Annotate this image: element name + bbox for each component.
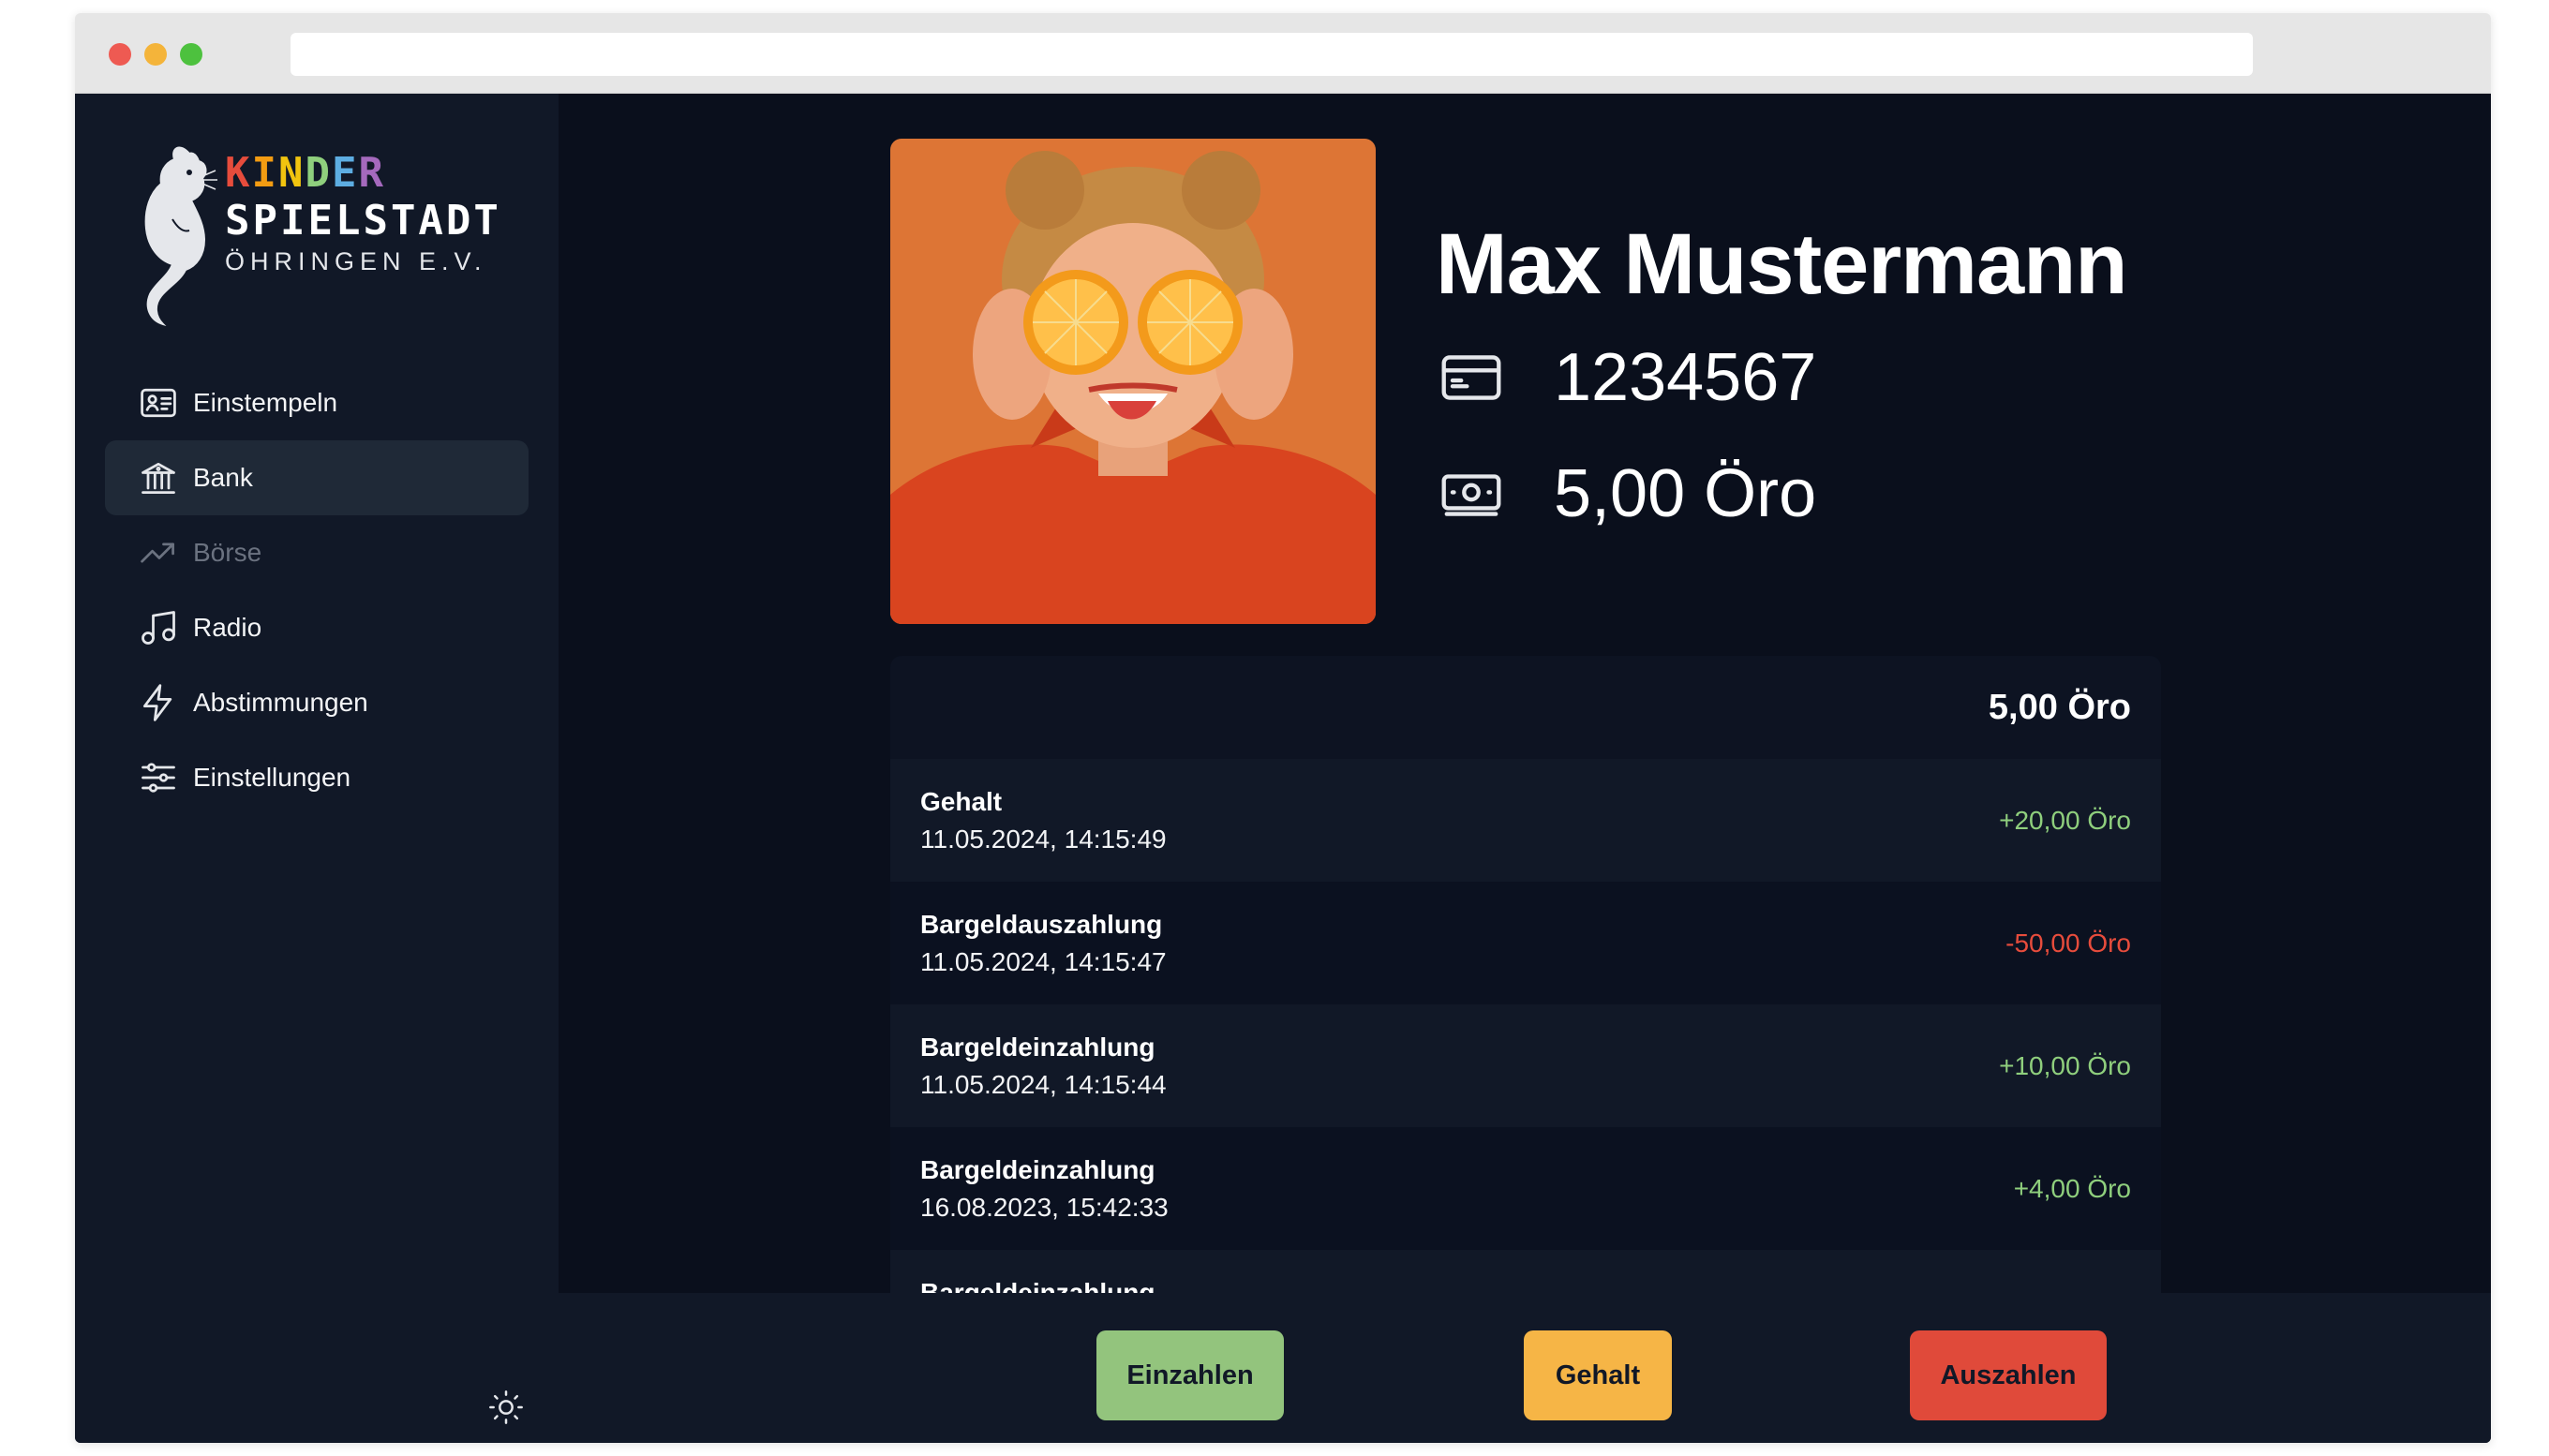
transaction-row[interactable]: Bargeldauszahlung 11.05.2024, 14:15:47 -… [890,882,2161,1004]
transaction-title: Bargeldauszahlung [920,909,1163,939]
transaction-title: Gehalt [920,786,1003,816]
sun-icon [489,1390,523,1424]
maximize-window-button[interactable] [180,43,202,66]
id-card-icon [137,381,180,424]
browser-window: KINDER SPIELSTADT ÖHRINGEN E.V. Einstemp… [75,13,2491,1443]
sidebar-item-abstimmungen[interactable]: Abstimmungen [105,665,529,740]
transaction-title: Bargeldeinzahlung [920,1154,1155,1184]
app: KINDER SPIELSTADT ÖHRINGEN E.V. Einstemp… [75,94,2491,1443]
transaction-amount: +10,00 Öro [1999,1050,2131,1080]
logo-location-text: ÖHRINGEN E.V. [225,247,487,275]
logo-letter: R [358,149,385,197]
theme-toggle-button[interactable] [485,1387,527,1428]
logo-letter: N [278,149,306,197]
transaction-amount: +20,00 Öro [1999,805,2131,835]
sidebar-item-einstempeln[interactable]: Einstempeln [105,365,529,440]
logo-letter: I [251,149,278,197]
action-bar: Einzahlen Gehalt Auszahlen [559,1293,2491,1443]
card-number-row: 1234567 [1436,339,1816,416]
lightning-icon [137,681,180,724]
balance-row: 5,00 Öro [1436,455,1816,532]
logo-letter: K [225,149,252,197]
salary-button[interactable]: Gehalt [1524,1330,1672,1420]
close-window-button[interactable] [109,43,131,66]
sidebar-nav: Einstempeln Bank Börse Radio Abstimmunge… [105,365,529,815]
minimize-window-button[interactable] [144,43,167,66]
sidebar-item-boerse: Börse [105,515,529,590]
sidebar-item-bank[interactable]: Bank [105,440,529,515]
mouse-mascot-icon [144,146,217,327]
sidebar-item-radio[interactable]: Radio [105,590,529,665]
transaction-amount: -50,00 Öro [2005,928,2131,958]
music-note-icon [137,606,180,649]
sliders-icon [137,756,180,799]
transaction-row[interactable]: Bargeldeinzahlung 11.05.2024, 14:15:44 +… [890,1004,2161,1127]
logo-letter: E [332,149,359,197]
logo-spielstadt-text: SPIELSTADT [225,197,501,245]
trending-up-icon [137,531,180,574]
card-number: 1234567 [1554,340,1817,415]
sidebar-item-label: Einstellungen [193,763,351,792]
sidebar-item-einstellungen[interactable]: Einstellungen [105,740,529,815]
account-holder-name: Max Mustermann [1436,216,2127,312]
bank-icon [137,456,180,499]
deposit-button[interactable]: Einzahlen [1096,1330,1284,1420]
transaction-title: Bargeldeinzahlung [920,1032,1155,1062]
transactions-table: 5,00 Öro Gehalt 11.05.2024, 14:15:49 +20… [890,656,2161,1293]
transaction-row[interactable]: Bargeldeinzahlung 16.08.2023, 15:42:33 +… [890,1127,2161,1250]
transaction-title: Bargeldeinzahlung [920,1278,1155,1293]
sidebar-item-label: Börse [193,538,262,567]
account-balance: 5,00 Öro [1554,456,1817,531]
kinderspielstadt-logo[interactable]: KINDER SPIELSTADT ÖHRINGEN E.V. [131,135,499,332]
transaction-date: 11.05.2024, 14:15:47 [920,946,1167,976]
main-content: Max Mustermann 1234567 5,00 Öro 5,00 Öro [559,94,2491,1293]
browser-titlebar [75,13,2491,94]
transaction-row[interactable]: Gehalt 11.05.2024, 14:15:49 +20,00 Öro [890,759,2161,882]
transaction-date: 11.05.2024, 14:15:44 [920,1069,1167,1099]
transaction-amount: +4,00 Öro [2013,1173,2131,1203]
transactions-total: 5,00 Öro [1988,687,2131,727]
sidebar-item-label: Radio [193,613,262,642]
sidebar: KINDER SPIELSTADT ÖHRINGEN E.V. Einstemp… [75,94,559,1443]
transaction-row[interactable]: Bargeldeinzahlung [890,1250,2161,1293]
withdraw-button[interactable]: Auszahlen [1910,1330,2107,1420]
credit-card-icon [1436,342,1507,413]
sidebar-item-label: Bank [193,463,253,492]
sidebar-item-label: Abstimmungen [193,688,368,717]
sidebar-item-label: Einstempeln [193,388,338,417]
address-bar[interactable] [291,33,2253,76]
transaction-date: 11.05.2024, 14:15:49 [920,824,1167,854]
logo-kinder-text: KINDER [225,150,501,197]
transaction-date: 16.08.2023, 15:42:33 [920,1192,1169,1222]
logo-letter: D [305,149,332,197]
profile-photo [890,139,1376,624]
banknote-icon [1436,458,1507,529]
